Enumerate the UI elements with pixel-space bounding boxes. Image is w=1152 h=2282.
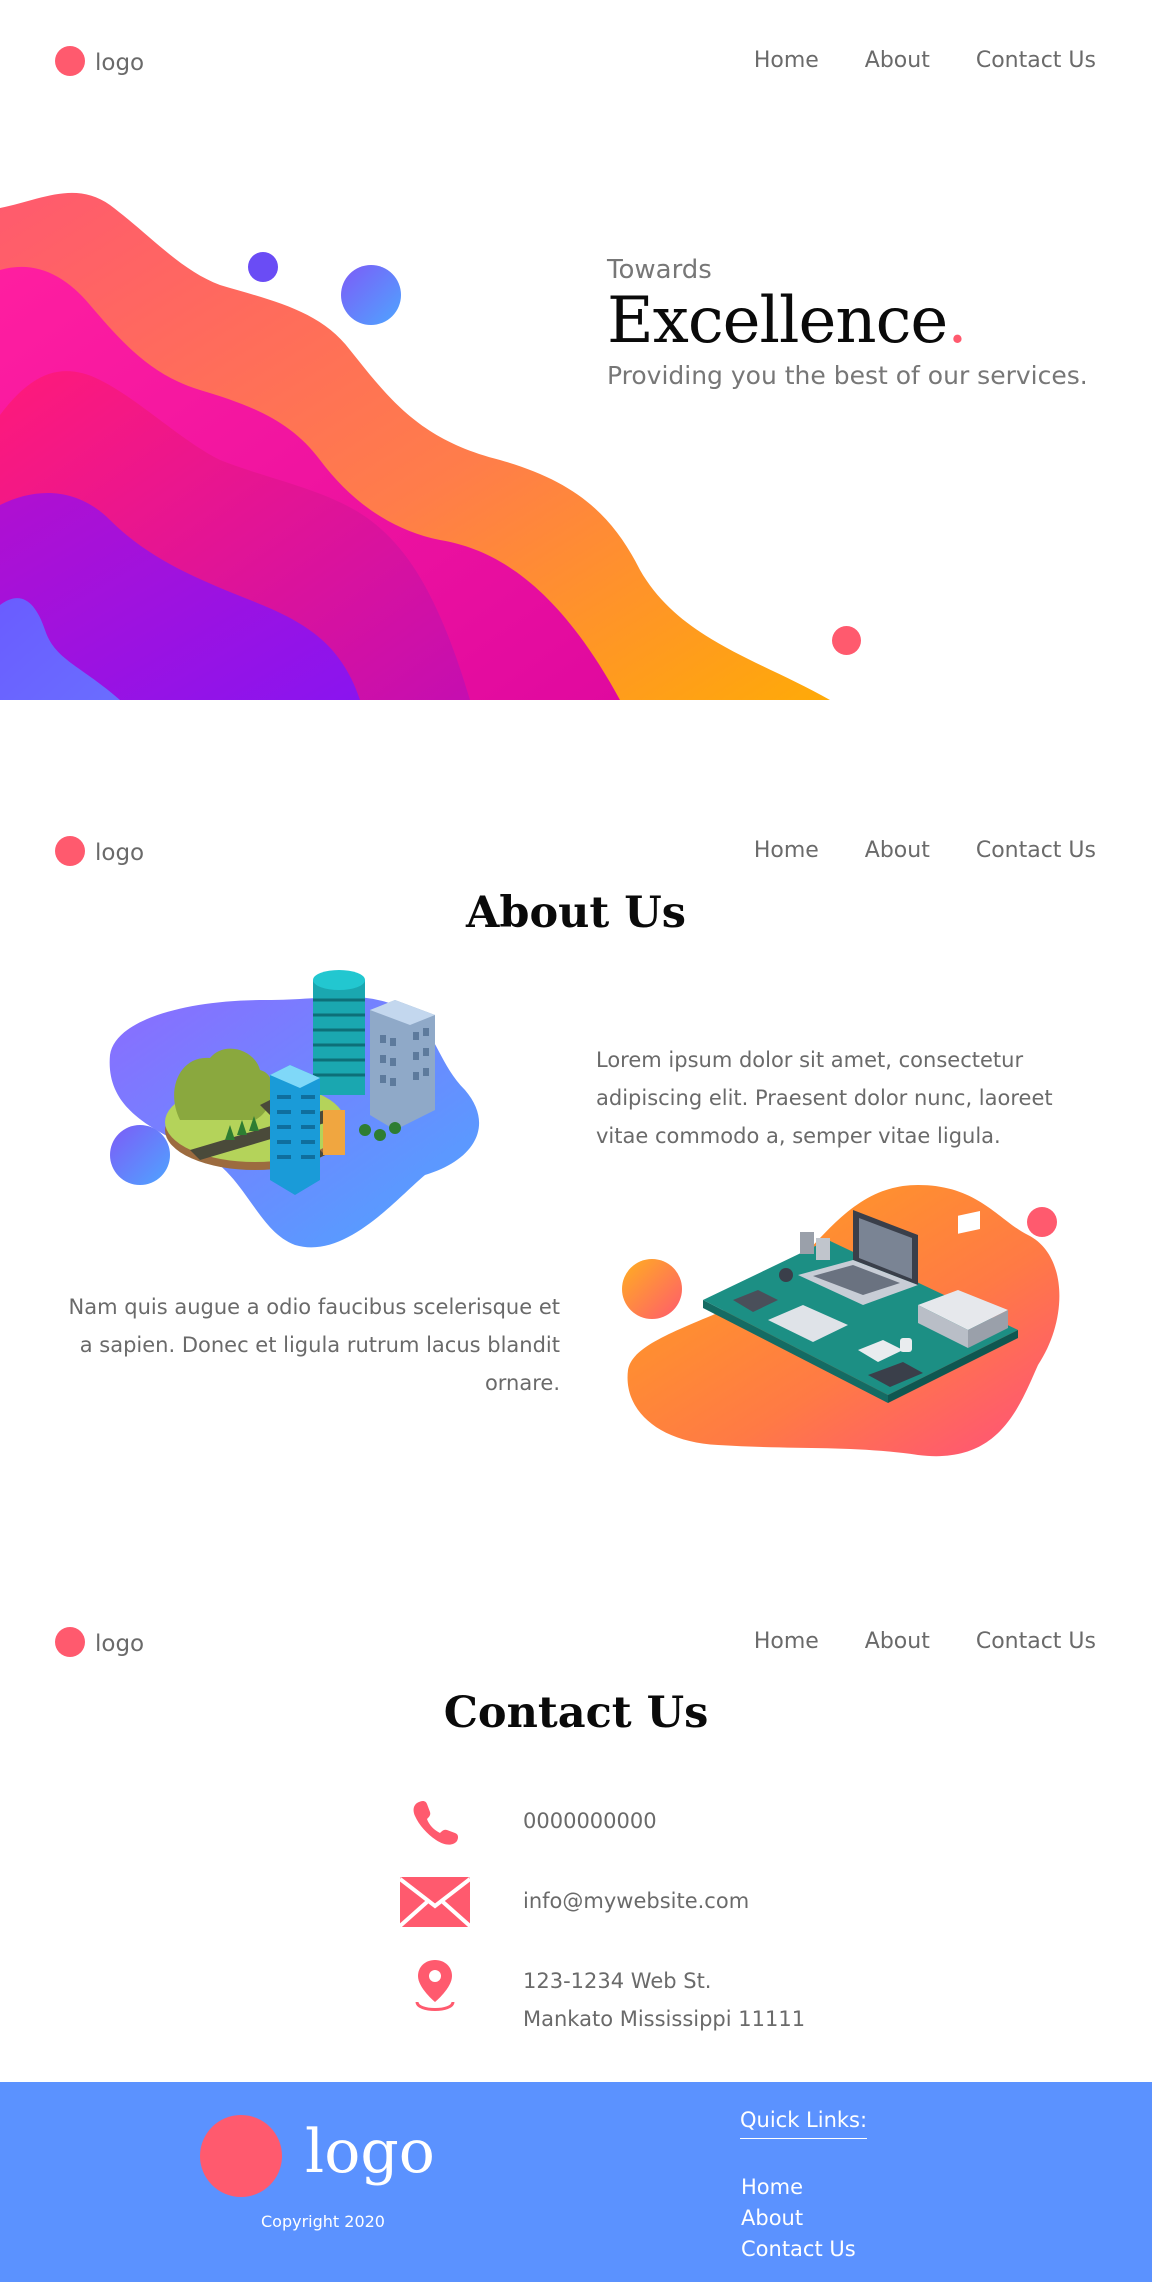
nav-contact-link[interactable]: Contact Us <box>976 838 1096 863</box>
contact-address-line1: 123-1234 Web St. <box>523 1969 712 1993</box>
about-paragraph-2: Nam quis augue a odio faucibus scelerisq… <box>68 1295 560 1395</box>
city-illustration <box>109 970 480 1248</box>
hero-headline-word: Excellence <box>607 284 948 358</box>
hero-tagline: Providing you the best of our services. <box>607 361 1088 390</box>
decor-circle-red <box>832 626 861 655</box>
about-paragraph-1: Lorem ipsum dolor sit amet, consectetur … <box>596 1048 1053 1148</box>
hero-headline: Excellence. <box>607 289 1088 353</box>
quick-links-title: Quick Links: <box>740 2108 868 2139</box>
contact-phone-row: 0000000000 <box>395 1792 855 1852</box>
contact-nav: logo Home About Contact Us <box>0 1611 1152 1671</box>
nav-links: Home About Contact Us <box>754 1629 1096 1654</box>
logo-dot[interactable] <box>55 1627 85 1657</box>
about-title: About Us <box>466 888 686 938</box>
nav-about-link[interactable]: About <box>865 838 930 863</box>
footer-copyright: Copyright 2020 <box>261 2212 385 2231</box>
logo-dot[interactable] <box>55 46 85 76</box>
workspace-illustration <box>622 1185 1060 1457</box>
nav-links: Home About Contact Us <box>754 838 1096 863</box>
about-nav: logo Home About Contact Us <box>0 820 1152 880</box>
nav-contact-link[interactable]: Contact Us <box>976 48 1096 73</box>
top-nav: logo Home About Contact Us <box>0 30 1152 90</box>
nav-contact-link[interactable]: Contact Us <box>976 1629 1096 1654</box>
hero-headline-dot: . <box>947 284 967 358</box>
footer-logo-text[interactable]: logo <box>305 2122 435 2182</box>
footer-home-link[interactable]: Home <box>741 2172 856 2203</box>
nav-links: Home About Contact Us <box>754 48 1096 73</box>
hero-text: Towards Excellence. Providing you the be… <box>607 255 1088 390</box>
nav-about-link[interactable]: About <box>865 48 930 73</box>
logo-text[interactable]: logo <box>95 50 144 76</box>
nav-home-link[interactable]: Home <box>754 1629 819 1654</box>
location-pin-icon <box>395 1958 475 2014</box>
decor-circle-blue <box>341 265 401 325</box>
quick-links-list: Home About Contact Us <box>741 2172 856 2265</box>
footer-contact-link[interactable]: Contact Us <box>741 2234 856 2265</box>
contact-email-row: info@mywebsite.com <box>395 1872 855 1932</box>
nav-home-link[interactable]: Home <box>754 48 819 73</box>
footer-logo-dot[interactable] <box>200 2115 282 2197</box>
mail-icon <box>395 1872 475 1932</box>
contact-phone[interactable]: 0000000000 <box>523 1802 657 1840</box>
nav-about-link[interactable]: About <box>865 1629 930 1654</box>
contact-address-row: 123-1234 Web St. Mankato Mississippi 111… <box>395 1958 855 2038</box>
footer: logo Copyright 2020 Quick Links: Home Ab… <box>0 2082 1152 2282</box>
contact-email[interactable]: info@mywebsite.com <box>523 1882 749 1920</box>
contact-title: Contact Us <box>443 1688 709 1738</box>
hero-kicker: Towards <box>607 255 712 285</box>
logo-dot[interactable] <box>55 836 85 866</box>
nav-home-link[interactable]: Home <box>754 838 819 863</box>
phone-icon <box>395 1792 475 1852</box>
contact-address-line2: Mankato Mississippi 11111 <box>523 2007 806 2031</box>
logo-text[interactable]: logo <box>95 1631 144 1657</box>
logo-text[interactable]: logo <box>95 840 144 866</box>
decor-circle-purple <box>248 252 278 282</box>
footer-about-link[interactable]: About <box>741 2203 856 2234</box>
